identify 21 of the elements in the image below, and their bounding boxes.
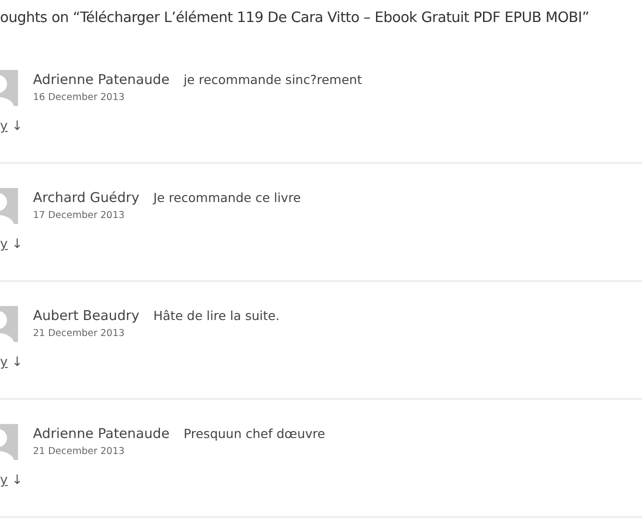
comment-date: 16 December 2013 xyxy=(33,92,126,103)
comment-text: je recommande sinc?rement xyxy=(184,72,362,87)
reply-link[interactable]: y xyxy=(0,119,8,134)
comment-text: Je recommande ce livre xyxy=(153,190,301,205)
comment-text: Hâte de lire la suite. xyxy=(153,308,280,323)
reply-link[interactable]: y xyxy=(0,355,8,370)
reply-link[interactable]: y xyxy=(0,237,8,252)
comment-date: 17 December 2013 xyxy=(33,210,126,221)
arrow-icon: ↓ xyxy=(12,355,23,370)
comment-author: Archard Guédry xyxy=(33,190,140,206)
comment-author: Adrienne Patenaude xyxy=(33,426,170,442)
comment-author: Adrienne Patenaude xyxy=(33,72,170,88)
comment-author: Aubert Beaudry xyxy=(33,308,140,324)
reply-link[interactable]: y xyxy=(0,473,8,488)
comment-date: 21 December 2013 xyxy=(33,328,126,339)
comment-text: Presquun chef dœuvre xyxy=(184,426,326,441)
comment-date: 21 December 2013 xyxy=(33,446,126,457)
comments-heading: oughts on “Télécharger L’élément 119 De Cara Vitto – Ebook Gratuit PDF EPUB MOBI” xyxy=(0,9,590,28)
arrow-icon: ↓ xyxy=(12,473,23,488)
arrow-icon: ↓ xyxy=(12,119,23,134)
arrow-icon: ↓ xyxy=(12,237,23,252)
